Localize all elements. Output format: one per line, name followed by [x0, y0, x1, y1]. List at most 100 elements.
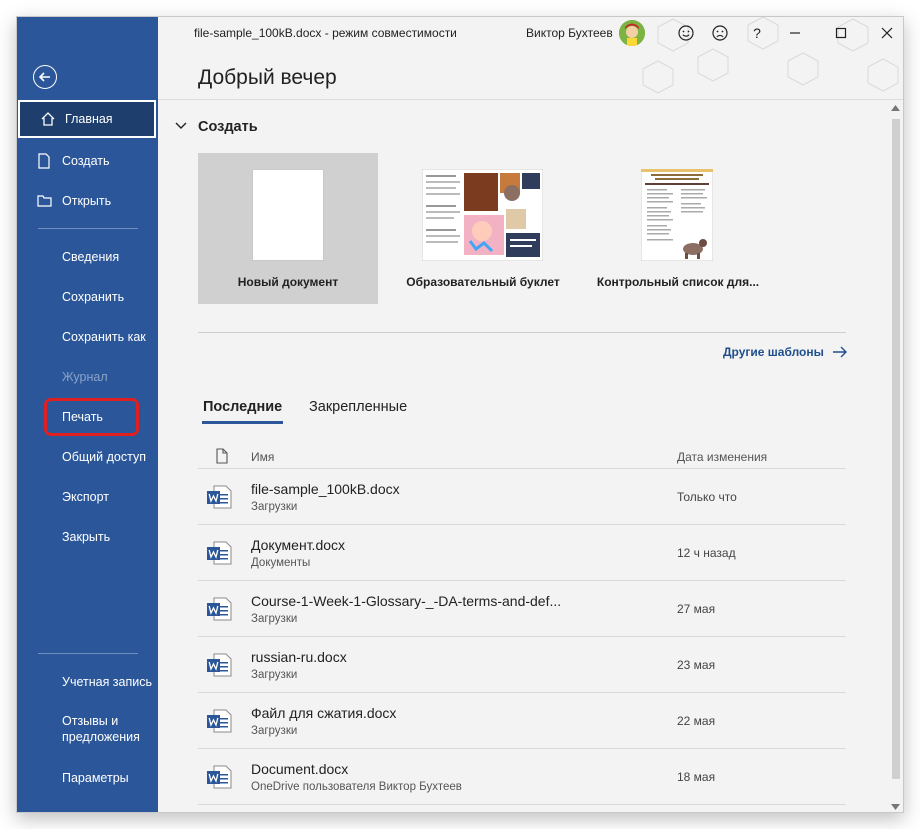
templates-divider — [198, 332, 846, 333]
more-templates-label: Другие шаблоны — [723, 345, 824, 359]
file-date: 12 ч назад — [677, 546, 736, 560]
sidebar-item-label: Открыть — [62, 194, 112, 208]
word-file-icon — [207, 541, 232, 565]
word-backstage-window: Главная Создать Открыть Сведения Сохрани… — [16, 16, 904, 813]
sidebar-item-label: Общий доступ — [62, 450, 146, 464]
backstage-sidebar: Главная Создать Открыть Сведения Сохрани… — [17, 17, 158, 812]
smile-icon[interactable] — [676, 23, 696, 43]
sidebar-item-home[interactable]: Главная — [18, 100, 156, 138]
file-list-header: Имя Дата изменения — [214, 446, 846, 468]
sidebar-item-label: Сохранить — [62, 290, 125, 304]
file-name: Файл для сжатия.docx — [251, 705, 397, 721]
avatar[interactable] — [619, 20, 645, 46]
file-name: Course-1-Week-1-Glossary-_-DA-terms-and-… — [251, 593, 562, 609]
back-button[interactable] — [33, 65, 57, 89]
sidebar-item-export[interactable]: Экспорт — [17, 477, 158, 517]
sidebar-item-info[interactable]: Сведения — [17, 237, 158, 277]
sidebar-item-label: Отзывы и — [62, 714, 119, 728]
create-section-title: Создать — [198, 119, 258, 135]
file-location: OneDrive пользователя Виктор Бухтеев — [251, 781, 462, 793]
sidebar-item-new[interactable]: Создать — [17, 141, 158, 181]
file-type-icon — [216, 448, 228, 464]
sidebar-item-save[interactable]: Сохранить — [17, 277, 158, 317]
file-date: 27 мая — [677, 602, 716, 616]
sidebar-item-open[interactable]: Открыть — [17, 181, 158, 221]
sidebar-item-label: Сохранить как — [62, 330, 146, 344]
tab-pinned[interactable]: Закрепленные — [309, 399, 407, 415]
chevron-down-icon[interactable] — [175, 122, 187, 130]
column-header-date[interactable]: Дата изменения — [677, 450, 767, 464]
file-row[interactable]: Файл для сжатия.docx Загрузки 22 мая — [198, 692, 846, 748]
template-checklist[interactable]: Контрольный список для... — [588, 153, 768, 304]
sidebar-item-feedback[interactable]: Отзывы и предложения — [62, 713, 140, 745]
file-date: 18 мая — [677, 770, 716, 784]
help-button[interactable]: ? — [747, 23, 767, 43]
sidebar-item-label: Главная — [65, 112, 113, 126]
word-file-icon — [207, 485, 232, 509]
sidebar-item-label: Сведения — [62, 250, 120, 264]
file-row[interactable]: Document.docx OneDrive пользователя Викто… — [198, 748, 846, 804]
minimize-icon[interactable] — [785, 23, 805, 43]
user-name[interactable]: Виктор Бухтеев — [526, 26, 613, 40]
document-title: file-sample_100kB.docx - режим совместим… — [194, 26, 457, 40]
sidebar-item-close[interactable]: Закрыть — [17, 517, 158, 557]
print-highlight-box — [44, 398, 139, 436]
checklist-thumbnail — [641, 169, 713, 261]
file-row[interactable]: file-sample_100kB.docx Загрузки Только что — [198, 468, 846, 524]
frown-icon[interactable] — [710, 23, 730, 43]
scroll-down-icon[interactable] — [891, 804, 900, 810]
sidebar-item-options[interactable]: Параметры — [17, 758, 158, 798]
sidebar-item-label: предложения — [62, 730, 140, 744]
close-icon[interactable] — [877, 23, 897, 43]
file-row[interactable]: Заголовок или название.docx21 мая — [198, 804, 846, 812]
sidebar-separator — [38, 228, 138, 229]
file-name: russian-ru.docx — [251, 649, 347, 665]
file-date: Только что — [677, 490, 737, 504]
word-file-icon — [207, 765, 232, 789]
sidebar-item-label: Параметры — [62, 771, 129, 785]
word-file-icon — [207, 709, 232, 733]
sidebar-item-label: Учетная запись — [62, 675, 153, 689]
file-location: Документы — [251, 557, 311, 569]
file-name: Документ.docx — [251, 537, 346, 553]
scrollbar-thumb[interactable] — [892, 119, 900, 779]
active-tab-indicator — [202, 421, 283, 424]
column-header-name[interactable]: Имя — [251, 450, 274, 464]
file-location: Загрузки — [251, 669, 298, 681]
greeting-title: Добрый вечер — [198, 66, 337, 89]
arrow-right-icon — [832, 346, 847, 358]
tab-recent[interactable]: Последние — [203, 399, 282, 415]
file-row[interactable]: Документ.docx Документы 12 ч назад — [198, 524, 846, 580]
sidebar-item-share[interactable]: Общий доступ — [17, 437, 158, 477]
new-document-icon — [37, 153, 57, 169]
sidebar-item-label: Экспорт — [62, 490, 109, 504]
vertical-scrollbar[interactable] — [887, 101, 903, 812]
file-location: Загрузки — [251, 725, 298, 737]
sidebar-item-label: Журнал — [62, 370, 108, 384]
template-label: Контрольный список для... — [596, 275, 760, 289]
sidebar-item-label: Закрыть — [62, 530, 111, 544]
sidebar-item-history: Журнал — [17, 357, 158, 397]
file-location: Загрузки — [251, 501, 298, 513]
title-bar: file-sample_100kB.docx - режим совместим… — [158, 17, 903, 94]
template-education-booklet[interactable]: Образовательный буклет — [393, 153, 573, 304]
file-name: file-sample_100kB.docx — [251, 481, 400, 497]
folder-open-icon — [37, 194, 57, 208]
file-date: 22 мая — [677, 714, 716, 728]
booklet-thumbnail — [422, 169, 543, 261]
scroll-up-icon[interactable] — [891, 105, 900, 111]
template-label: Образовательный буклет — [406, 275, 560, 289]
file-row[interactable]: Course-1-Week-1-Glossary-_-DA-terms-and-… — [198, 580, 846, 636]
more-templates-link[interactable]: Другие шаблоны — [723, 345, 848, 359]
backstage-home-content: Создать Новый документ Образовательный б… — [158, 100, 903, 812]
template-blank-document[interactable]: Новый документ — [198, 153, 378, 304]
sidebar-separator — [38, 653, 138, 654]
sidebar-item-save-as[interactable]: Сохранить как — [17, 317, 158, 357]
back-arrow-icon — [38, 72, 50, 82]
word-file-icon — [207, 597, 232, 621]
maximize-icon[interactable] — [831, 23, 851, 43]
blank-document-thumbnail — [252, 169, 324, 261]
sidebar-item-account[interactable]: Учетная запись — [17, 662, 158, 702]
file-name: Document.docx — [251, 761, 349, 777]
file-row[interactable]: russian-ru.docx Загрузки 23 мая — [198, 636, 846, 692]
